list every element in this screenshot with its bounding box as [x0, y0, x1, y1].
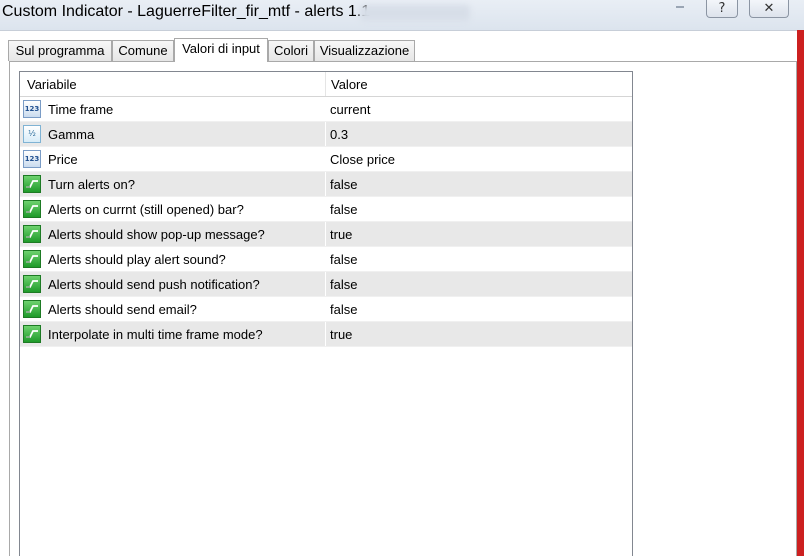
cell-divider [325, 272, 326, 296]
close-icon: ✕ [763, 1, 775, 16]
table-row[interactable]: ½ Gamma 0.3 [20, 122, 632, 147]
parameter-value[interactable]: false [330, 272, 357, 297]
blurred-background-text [360, 5, 470, 21]
cell-divider [325, 97, 326, 121]
boolean-icon [23, 225, 41, 243]
tab-label: Valori di input [182, 41, 260, 56]
cell-divider [325, 172, 326, 196]
tab-colori[interactable]: Colori [268, 40, 314, 61]
parameter-name: Price [48, 152, 78, 167]
close-button[interactable]: ✕ [749, 0, 789, 18]
cell-divider [325, 322, 326, 346]
parameter-value[interactable]: false [330, 172, 357, 197]
table-row[interactable]: Interpolate in multi time frame mode? tru… [20, 322, 632, 347]
help-button[interactable]: ? [706, 0, 738, 18]
tab-label: Sul programma [15, 43, 105, 58]
integer-icon: 123 [23, 150, 41, 168]
parameter-name: Alerts on currnt (still opened) bar? [48, 202, 244, 217]
dialog-window: Custom Indicator - LaguerreFilter_fir_mt… [0, 0, 804, 556]
table-row[interactable]: Alerts should play alert sound? false [20, 247, 632, 272]
tab-label: Visualizzazione [319, 43, 410, 58]
parameter-name: Alerts should play alert sound? [48, 252, 226, 267]
help-icon: ? [718, 1, 726, 16]
boolean-icon [23, 325, 41, 343]
parameter-value[interactable]: false [330, 247, 357, 272]
grid-header: Variabile Valore [20, 72, 632, 97]
input-parameters-grid[interactable]: Variabile Valore 123 Time frame current ½ Ga… [19, 71, 633, 556]
column-header-variable[interactable]: Variabile [27, 72, 77, 96]
tab-sul-programma[interactable]: Sul programma [8, 40, 112, 61]
tab-comune[interactable]: Comune [112, 40, 174, 61]
boolean-icon [23, 175, 41, 193]
parameter-value[interactable]: false [330, 297, 357, 322]
table-row[interactable]: Alerts should send push notification? fal… [20, 272, 632, 297]
parameter-name: Alerts should show pop-up message? [48, 227, 265, 242]
table-row[interactable]: 123 Time frame current [20, 97, 632, 122]
parameter-value[interactable]: true [330, 222, 352, 247]
parameter-name: Interpolate in multi time frame mode? [48, 327, 263, 342]
parameter-name: Alerts should send push notification? [48, 277, 260, 292]
table-row[interactable]: Alerts on currnt (still opened) bar? fals… [20, 197, 632, 222]
parameter-name: Time frame [48, 102, 114, 117]
cell-divider [325, 197, 326, 221]
parameter-value[interactable]: 0.3 [330, 122, 348, 147]
parameter-value[interactable]: true [330, 322, 352, 347]
tab-label: Colori [274, 43, 308, 58]
column-header-value[interactable]: Valore [331, 72, 368, 96]
boolean-icon [23, 200, 41, 218]
table-row[interactable]: Alerts should send email? false [20, 297, 632, 322]
title-bar[interactable]: Custom Indicator - LaguerreFilter_fir_mt… [0, 0, 804, 31]
integer-icon: 123 [23, 100, 41, 118]
parameter-value[interactable]: Close price [330, 147, 395, 172]
parameter-name: Gamma [48, 127, 95, 142]
tab-valori-di-input[interactable]: Valori di input [174, 38, 268, 62]
window-border-accent [797, 30, 804, 556]
boolean-icon [23, 275, 41, 293]
parameter-name: Alerts should send email? [48, 302, 197, 317]
parameter-name: Turn alerts on? [48, 177, 135, 192]
cell-divider [325, 297, 326, 321]
boolean-icon [23, 250, 41, 268]
table-row[interactable]: Turn alerts on? false [20, 172, 632, 197]
minimize-hint-icon [676, 6, 684, 8]
cell-divider [325, 147, 326, 171]
cell-divider [325, 222, 326, 246]
cell-divider [325, 247, 326, 271]
parameter-value[interactable]: false [330, 197, 357, 222]
column-divider[interactable] [325, 72, 326, 96]
boolean-icon [23, 300, 41, 318]
parameter-value[interactable]: current [330, 97, 370, 122]
tab-visualizzazione[interactable]: Visualizzazione [314, 40, 415, 61]
window-title: Custom Indicator - LaguerreFilter_fir_mt… [2, 3, 371, 20]
table-row[interactable]: Alerts should show pop-up message? true [20, 222, 632, 247]
table-row[interactable]: 123 Price Close price [20, 147, 632, 172]
cell-divider [325, 122, 326, 146]
tab-label: Comune [118, 43, 168, 58]
double-icon: ½ [23, 125, 41, 143]
